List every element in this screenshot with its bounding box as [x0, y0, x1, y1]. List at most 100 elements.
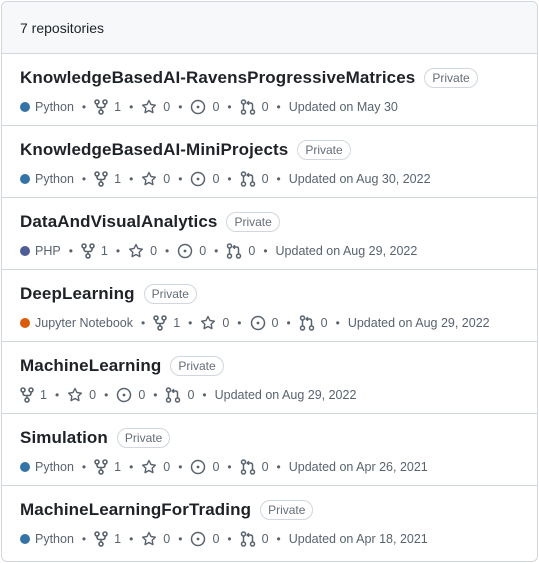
forks-count: 1: [114, 100, 122, 114]
pull-requests-stat[interactable]: 0: [165, 387, 194, 403]
pull-request-icon: [299, 315, 314, 331]
stars-stat[interactable]: 0: [141, 531, 170, 547]
repo-title-line: DeepLearning Private: [20, 284, 197, 304]
repo-name-link[interactable]: Simulation: [20, 428, 108, 448]
repository-count-header: 7 repositories: [2, 2, 537, 54]
pull-requests-stat[interactable]: 0: [240, 531, 269, 547]
fork-icon: [94, 99, 108, 115]
repo-language: Python •: [20, 100, 94, 114]
repo-row: DataAndVisualAnalytics Private PHP • 1 •…: [2, 198, 537, 270]
pull-requests-count: 0: [248, 244, 256, 258]
issues-stat[interactable]: 0: [190, 171, 219, 187]
separator-dot: •: [276, 172, 281, 186]
pull-requests-count: 0: [261, 100, 269, 114]
forks-count: 1: [173, 316, 181, 330]
issues-count: 0: [212, 100, 220, 114]
pull-requests-stat[interactable]: 0: [226, 243, 255, 259]
issues-stat[interactable]: 0: [177, 243, 206, 259]
language-label: Jupyter Notebook: [35, 316, 133, 330]
issues-stat[interactable]: 0: [190, 459, 219, 475]
repo-row: MachineLearning Private 1 • 0 • 0 • 0 • …: [2, 342, 537, 414]
issues-stat[interactable]: 0: [116, 387, 145, 403]
separator-dot: •: [129, 532, 134, 546]
repo-meta: PHP • 1 • 0 • 0 • 0 • Updated on Aug 29,…: [20, 243, 417, 259]
fork-icon: [81, 243, 95, 259]
separator-dot: •: [227, 100, 232, 114]
issues-stat[interactable]: 0: [190, 99, 219, 115]
separator-dot: •: [104, 388, 109, 402]
pull-requests-count: 0: [320, 316, 328, 330]
fork-icon: [153, 315, 167, 331]
language-color-dot: [20, 534, 30, 544]
visibility-badge: Private: [424, 68, 478, 88]
language-color-dot: [20, 174, 30, 184]
visibility-badge: Private: [297, 140, 351, 160]
issues-stat[interactable]: 0: [190, 531, 219, 547]
forks-stat[interactable]: 1: [20, 387, 47, 403]
updated-timestamp: Updated on May 30: [288, 100, 398, 114]
separator-dot: •: [227, 532, 232, 546]
stars-stat[interactable]: 0: [141, 459, 170, 475]
fork-icon: [94, 459, 108, 475]
repo-name-link[interactable]: DeepLearning: [20, 284, 135, 304]
separator-dot: •: [178, 172, 183, 186]
forks-stat[interactable]: 1: [94, 459, 121, 475]
pull-requests-count: 0: [261, 460, 269, 474]
forks-stat[interactable]: 1: [153, 315, 180, 331]
issue-icon: [191, 99, 206, 115]
repo-meta: Python • 1 • 0 • 0 • 0 • Update: [20, 171, 431, 187]
separator-dot: •: [263, 244, 268, 258]
stars-stat[interactable]: 0: [141, 171, 170, 187]
pull-request-icon: [240, 531, 255, 547]
forks-stat[interactable]: 1: [94, 531, 121, 547]
separator-dot: •: [178, 532, 183, 546]
separator-dot: •: [81, 460, 87, 474]
visibility-badge: Private: [143, 284, 197, 304]
issues-stat[interactable]: 0: [250, 315, 278, 331]
stars-stat[interactable]: 0: [141, 99, 170, 115]
separator-dot: •: [276, 460, 281, 474]
forks-stat[interactable]: 1: [94, 171, 121, 187]
repo-name-link[interactable]: KnowledgeBasedAI-MiniProjects: [20, 140, 288, 160]
language-label: Python: [35, 172, 74, 186]
repo-name-link[interactable]: KnowledgeBasedAI-RavensProgressiveMatric…: [20, 68, 415, 88]
star-icon: [201, 315, 216, 330]
separator-dot: •: [335, 316, 340, 330]
stars-stat[interactable]: 0: [67, 387, 96, 403]
separator-dot: •: [227, 172, 232, 186]
forks-stat[interactable]: 1: [81, 243, 108, 259]
pull-requests-count: 0: [261, 172, 269, 186]
repo-row: DeepLearning Private Jupyter Notebook • …: [2, 270, 537, 342]
repo-meta: 1 • 0 • 0 • 0 • Updated on Aug 29, 2022: [20, 387, 356, 403]
repo-name-link[interactable]: MachineLearning: [20, 356, 161, 376]
repo-name-link[interactable]: DataAndVisualAnalytics: [20, 212, 217, 232]
language-color-dot: [20, 462, 30, 472]
language-label: Python: [35, 532, 74, 546]
star-icon: [142, 459, 157, 474]
language-color-dot: [20, 246, 30, 256]
issue-icon: [191, 459, 206, 475]
separator-dot: •: [276, 100, 281, 114]
pull-requests-stat[interactable]: 0: [240, 459, 269, 475]
pull-requests-stat[interactable]: 0: [240, 171, 269, 187]
fork-icon: [20, 387, 34, 403]
separator-dot: •: [115, 244, 121, 258]
repo-meta: Python • 1 • 0 • 0 • 0 • Update: [20, 459, 428, 475]
separator-dot: •: [54, 388, 60, 402]
separator-dot: •: [81, 100, 87, 114]
forks-stat[interactable]: 1: [94, 99, 121, 115]
repo-language: Jupyter Notebook •: [20, 316, 153, 330]
repo-meta: Python • 1 • 0 • 0 • 0 • Update: [20, 531, 428, 547]
separator-dot: •: [214, 244, 219, 258]
stars-stat[interactable]: 0: [128, 243, 157, 259]
star-icon: [129, 243, 144, 258]
stars-stat[interactable]: 0: [200, 315, 229, 331]
issues-count: 0: [212, 460, 220, 474]
forks-count: 1: [40, 388, 47, 402]
pull-requests-stat[interactable]: 0: [299, 315, 328, 331]
forks-count: 1: [114, 460, 122, 474]
separator-dot: •: [178, 100, 183, 114]
separator-dot: •: [237, 316, 242, 330]
repo-name-link[interactable]: MachineLearningForTrading: [20, 500, 251, 520]
pull-requests-stat[interactable]: 0: [240, 99, 269, 115]
